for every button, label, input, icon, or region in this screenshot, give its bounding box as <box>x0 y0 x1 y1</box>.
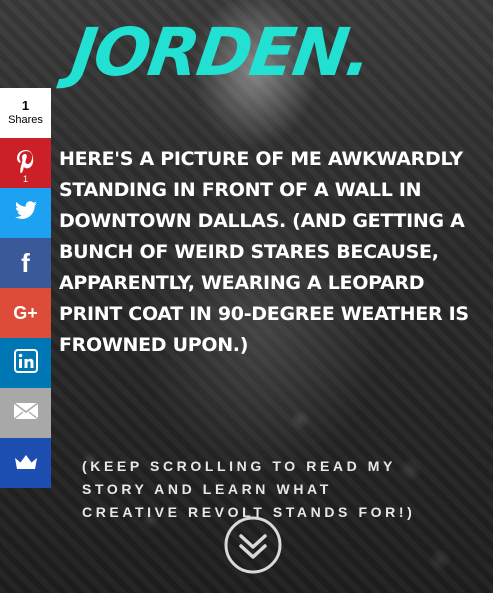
twitter-share-button[interactable] <box>0 188 51 238</box>
email-share-button[interactable] <box>0 388 51 438</box>
social-share-bar: 1 Shares 1 f G+ <box>0 88 51 488</box>
pinterest-share-button[interactable]: 1 <box>0 138 51 188</box>
linkedin-share-button[interactable] <box>0 338 51 388</box>
crown-icon <box>14 452 38 474</box>
share-count-box: 1 Shares <box>0 88 51 138</box>
double-chevron-down-icon <box>224 516 282 574</box>
email-icon <box>13 402 39 424</box>
google-plus-icon: G+ <box>13 303 38 323</box>
share-count-label: Shares <box>8 114 43 126</box>
scroll-hint-text: (KEEP SCROLLING TO READ MY STORY AND LEA… <box>82 458 416 520</box>
story-intro-text: HERE'S A PICTURE OF ME AWKWARDLY STANDIN… <box>59 148 469 356</box>
pinterest-share-count: 1 <box>22 174 28 184</box>
sumome-share-button[interactable] <box>0 438 51 488</box>
facebook-share-button[interactable]: f <box>0 238 51 288</box>
linkedin-icon <box>13 349 38 377</box>
share-count: 1 <box>21 98 30 113</box>
scroll-down-button[interactable] <box>224 516 282 574</box>
site-logo[interactable]: JORDEN. <box>67 14 375 91</box>
facebook-icon: f <box>21 248 30 278</box>
logo-text: JORDEN <box>66 14 353 91</box>
google-plus-share-button[interactable]: G+ <box>0 288 51 338</box>
twitter-icon <box>14 201 38 225</box>
pinterest-icon <box>15 149 37 177</box>
